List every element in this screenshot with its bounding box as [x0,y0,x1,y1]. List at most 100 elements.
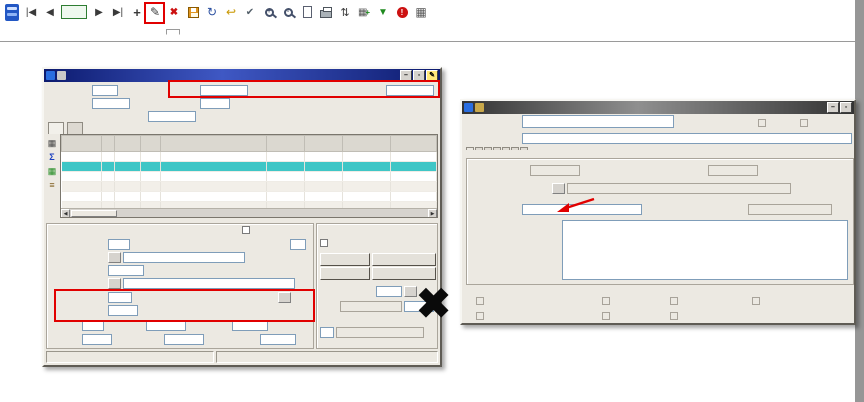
zoom-out-button[interactable]: - [280,4,296,20]
digitacao-field[interactable] [386,85,434,96]
descricao-field[interactable] [522,133,852,144]
save-button[interactable] [185,4,201,20]
nav-prev-button[interactable]: ◀ [42,4,58,20]
tab-lancamento[interactable] [6,29,18,33]
grid-empty-row[interactable] [61,171,437,182]
sort-button[interactable]: ⇅ [337,4,353,20]
ult-atualizacao-field[interactable] [530,165,580,176]
rateio-lookup-button[interactable] [278,292,291,303]
grid-header-row[interactable] [61,135,437,152]
permite-por-terminal-checkbox[interactable] [670,297,678,305]
edit-pencil-icon[interactable]: ✎ [426,70,438,81]
permite-por-loja-checkbox[interactable] [602,312,610,320]
debito-moeda-field[interactable] [164,334,204,345]
scroll-left-arrow[interactable]: ◀ [61,208,70,217]
preview-button[interactable] [299,4,315,20]
tipo-movimento-code-field[interactable] [320,327,334,338]
rateio-ccusto-field[interactable] [108,292,132,303]
scroll-right-arrow[interactable]: ▶ [428,208,437,217]
conta-analitica-field[interactable] [108,265,144,276]
de-para-checkbox[interactable] [242,226,250,234]
tab-valores-empresa-usuario[interactable] [502,147,510,150]
numero-lote-field[interactable] [376,286,402,297]
exclusivo-linx-checkbox[interactable] [800,119,808,127]
lancamento-field[interactable] [92,98,130,109]
padrao-code-field[interactable] [200,98,230,109]
cambio-field[interactable] [82,334,112,345]
tab-tabela-de-apoio[interactable] [166,29,180,35]
parametro-field[interactable] [522,115,674,128]
terceiro-field[interactable] [123,252,245,263]
empresa-field[interactable] [92,85,118,96]
historico-lookup-button[interactable] [108,278,121,289]
minimize-button[interactable]: – [827,102,839,113]
auto-conta-corrente-button[interactable] [372,267,436,280]
list-menu-icon[interactable]: ≡ [46,179,58,191]
grid-columns-icon[interactable]: ▦ [46,137,58,149]
historico-field[interactable] [123,278,295,289]
tab-integracao[interactable] [112,29,124,33]
maximize-button[interactable]: ▫ [840,102,852,113]
moeda-field[interactable] [82,320,104,331]
lancamento-titlebar[interactable]: – ▫ ✎ [44,69,440,82]
tab-filiais-retaguarda[interactable] [511,147,519,150]
recibo-button[interactable] [320,267,370,280]
nav-last-button[interactable]: ▶| [110,4,126,20]
parametrizavel-usuario-checkbox[interactable] [476,297,484,305]
nav-next-button[interactable]: ▶ [91,4,107,20]
undo-button[interactable]: ↩ [223,4,239,20]
tab-itens[interactable] [48,122,64,134]
parametrizavel-empresa-checkbox[interactable] [476,312,484,320]
grid-table[interactable] [61,135,437,212]
penultima-atualizacao-field[interactable] [708,165,758,176]
alert-button[interactable]: ! [394,4,410,20]
grupo-field[interactable] [290,239,306,250]
add-button[interactable]: + [129,4,145,20]
grid-row-1[interactable] [61,151,437,162]
export-sheet-icon[interactable]: ▦ [46,165,58,177]
scroll-thumb[interactable] [71,209,117,217]
tab-complemento[interactable] [466,147,474,150]
permite-alterar-loja-checkbox[interactable] [670,312,678,320]
permite-alterar-terminal-checkbox[interactable] [752,297,760,305]
scale-spinner[interactable] [432,4,458,20]
tab-transacao[interactable] [475,147,483,150]
refresh-button[interactable]: ↻ [204,4,220,20]
tipo-lancto-field[interactable] [108,239,130,250]
estorna-lancamento-button[interactable] [372,253,436,266]
table-add-button[interactable]: ▦ + [356,4,372,20]
grid-empty-row[interactable] [61,181,437,192]
terceiro-lookup-button[interactable] [108,252,121,263]
window-grid-button[interactable]: ▦ [413,4,429,20]
edit-button[interactable]: ✎ [147,4,163,20]
debito-rs-field[interactable] [146,320,186,331]
maximize-button[interactable]: ▫ [413,70,425,81]
rateio-filial-field[interactable] [108,305,138,316]
zoom-in-button[interactable]: + [261,4,277,20]
envia-para-loja-checkbox[interactable] [602,297,610,305]
minimize-button[interactable]: – [400,70,412,81]
tabela-lookup-button[interactable] [552,183,565,194]
data-extemporanea-field[interactable] [148,111,196,122]
global-checkbox[interactable] [758,119,766,127]
sigma-sum-icon[interactable]: Σ [46,151,58,163]
print-button[interactable] [318,4,334,20]
tipo-dado-field[interactable] [748,204,832,215]
export-button[interactable]: ▼ [375,4,391,20]
parametros-titlebar[interactable]: – ▫ [462,101,854,114]
grid-row-2-selected[interactable] [61,161,437,172]
filial-name-field[interactable] [340,301,402,312]
nav-first-button[interactable]: |◀ [23,4,39,20]
tab-filiais-loja[interactable] [520,147,528,150]
historico-button[interactable] [320,253,370,266]
data-field[interactable] [200,85,248,96]
grid-horizontal-scrollbar[interactable]: ◀ ▶ [61,208,437,217]
tab-valores-por-usuario[interactable] [484,147,492,150]
delete-button[interactable]: ✖ [166,4,182,20]
credito-moeda-field[interactable] [260,334,296,345]
tab-observacoes[interactable] [67,122,83,134]
tipo-movimento-desc-field[interactable] [336,327,424,338]
tab-consulta[interactable] [62,29,74,33]
nota-programador-textbox[interactable] [562,220,848,280]
tab-valores-por-empresa[interactable] [493,147,501,150]
